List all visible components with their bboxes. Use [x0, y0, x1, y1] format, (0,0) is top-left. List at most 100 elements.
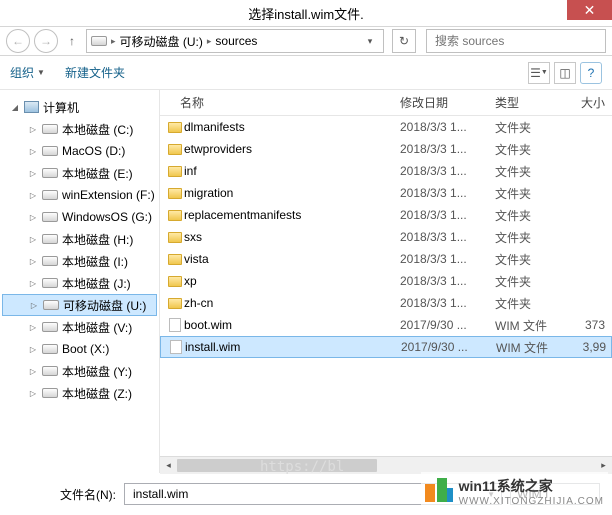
file-type: WIM 文件	[496, 339, 566, 356]
tree-drive-item[interactable]: ▷Boot (X:)	[0, 338, 159, 360]
col-date[interactable]: 修改日期	[400, 94, 495, 111]
preview-pane-button[interactable]: ◫	[554, 62, 576, 84]
arrow-left-icon: ←	[12, 34, 24, 48]
expand-icon[interactable]: ▷	[28, 279, 38, 288]
tree-item-label: 本地磁盘 (Z:)	[62, 385, 132, 402]
back-button[interactable]: ←	[6, 29, 30, 53]
tree-drive-item[interactable]: ▷本地磁盘 (V:)	[0, 316, 159, 338]
tree-drive-item[interactable]: ▷本地磁盘 (H:)	[0, 228, 159, 250]
search-input[interactable]	[426, 29, 606, 53]
expand-icon[interactable]: ▷	[28, 191, 38, 200]
folder-row[interactable]: etwproviders2018/3/3 1...文件夹	[160, 138, 612, 160]
tree-drive-item[interactable]: ▷本地磁盘 (E:)	[0, 162, 159, 184]
file-type: WIM 文件	[495, 317, 565, 334]
folder-row[interactable]: inf2018/3/3 1...文件夹	[160, 160, 612, 182]
folder-row[interactable]: replacementmanifests2018/3/3 1...文件夹	[160, 204, 612, 226]
chevron-right-icon: ▸	[207, 36, 212, 47]
arrow-right-icon: →	[40, 34, 52, 48]
file-type: 文件夹	[495, 207, 565, 224]
new-folder-button[interactable]: 新建文件夹	[65, 64, 125, 81]
tree-drive-item[interactable]: ▷ 本地磁盘 (Z:)	[0, 382, 159, 404]
file-date: 2018/3/3 1...	[400, 230, 495, 244]
folder-icon	[168, 210, 182, 221]
file-icon	[169, 318, 181, 332]
address-bar[interactable]: ▸ 可移动磁盘 (U:) ▸ sources ▾	[86, 29, 384, 53]
col-type[interactable]: 类型	[495, 94, 565, 111]
expand-icon[interactable]: ▷	[28, 235, 38, 244]
file-name: zh-cn	[184, 296, 400, 310]
expand-icon[interactable]: ▷	[28, 323, 38, 332]
tree-drive-item[interactable]: ▷本地磁盘 (I:)	[0, 250, 159, 272]
search-field[interactable]	[433, 33, 599, 49]
refresh-icon: ↻	[399, 34, 409, 48]
tree-drive-item[interactable]: ▷本地磁盘 (C:)	[0, 118, 159, 140]
tree-drive-item[interactable]: ▷本地磁盘 (J:)	[0, 272, 159, 294]
expand-icon[interactable]: ▷	[28, 367, 38, 376]
drive-icon	[42, 212, 58, 222]
tree-drive-item[interactable]: ▷ WindowsOS (G:)	[0, 206, 159, 228]
titlebar: 选择install.wim文件. ✕	[0, 0, 612, 26]
file-type: 文件夹	[495, 273, 565, 290]
scroll-right-icon[interactable]: ▸	[595, 457, 612, 474]
watermark: win11系统之家 WWW.XITONGZHIJIA.COM	[421, 472, 608, 511]
scroll-track[interactable]	[177, 457, 595, 474]
drive-icon	[42, 168, 58, 178]
tree-drive-item[interactable]: ▷winExtension (F:)	[0, 184, 159, 206]
file-name: install.wim	[185, 340, 401, 354]
scroll-left-icon[interactable]: ◂	[160, 457, 177, 474]
tree-root-label: 计算机	[43, 99, 79, 116]
file-name: inf	[184, 164, 400, 178]
expand-icon[interactable]: ▷	[28, 389, 38, 398]
col-name[interactable]: 名称	[180, 94, 400, 111]
tree-drive-item[interactable]: ▷可移动磁盘 (U:)	[2, 294, 157, 316]
tree-drive-item[interactable]: ▷本地磁盘 (Y:)	[0, 360, 159, 382]
folder-icon	[168, 298, 182, 309]
expand-icon[interactable]: ▷	[28, 257, 38, 266]
tree-drive-item[interactable]: ▷MacOS (D:)	[0, 140, 159, 162]
refresh-button[interactable]: ↻	[392, 29, 416, 53]
expand-icon[interactable]: ▷	[28, 125, 38, 134]
drive-icon	[42, 234, 58, 244]
horizontal-scrollbar[interactable]: ◂ ▸	[160, 456, 612, 473]
file-row[interactable]: install.wim2017/9/30 ...WIM 文件3,99	[160, 336, 612, 358]
expand-icon[interactable]: ▷	[28, 147, 38, 156]
tree-item-label: WindowsOS (G:)	[62, 210, 152, 224]
watermark-line1: win11系统之家	[459, 476, 604, 496]
expand-icon[interactable]: ▷	[29, 301, 39, 310]
folder-row[interactable]: vista2018/3/3 1...文件夹	[160, 248, 612, 270]
folder-row[interactable]: dlmanifests2018/3/3 1...文件夹	[160, 116, 612, 138]
file-name: boot.wim	[184, 318, 400, 332]
address-dropdown[interactable]: ▾	[361, 36, 379, 47]
file-list: dlmanifests2018/3/3 1...文件夹etwproviders2…	[160, 116, 612, 456]
file-type: 文件夹	[495, 229, 565, 246]
view-icon: ☰	[530, 66, 541, 80]
tree-root-computer[interactable]: ◢ 计算机	[0, 96, 159, 118]
close-button[interactable]: ✕	[567, 0, 612, 20]
breadcrumb-drive[interactable]: 可移动磁盘 (U:)	[120, 33, 203, 50]
organize-menu[interactable]: 组织 ▼	[10, 64, 45, 81]
breadcrumb-folder[interactable]: sources	[215, 34, 257, 48]
expand-icon[interactable]: ▷	[28, 169, 38, 178]
up-button[interactable]: ↑	[62, 31, 82, 51]
help-button[interactable]: ?	[580, 62, 602, 84]
col-size[interactable]: 大小	[565, 94, 605, 111]
file-icon	[170, 340, 182, 354]
file-name: dlmanifests	[184, 120, 400, 134]
folder-icon	[168, 122, 182, 133]
folder-row[interactable]: sxs2018/3/3 1...文件夹	[160, 226, 612, 248]
folder-row[interactable]: migration2018/3/3 1...文件夹	[160, 182, 612, 204]
expand-icon[interactable]: ▷	[28, 345, 38, 354]
folder-row[interactable]: xp2018/3/3 1...文件夹	[160, 270, 612, 292]
collapse-icon[interactable]: ◢	[10, 103, 20, 112]
navigation-tree: ◢ 计算机 ▷本地磁盘 (C:)▷MacOS (D:)▷本地磁盘 (E:)▷wi…	[0, 90, 160, 473]
file-date: 2018/3/3 1...	[400, 186, 495, 200]
view-options-button[interactable]: ☰▼	[528, 62, 550, 84]
expand-icon[interactable]: ▷	[28, 213, 38, 222]
file-date: 2018/3/3 1...	[400, 142, 495, 156]
forward-button[interactable]: →	[34, 29, 58, 53]
file-date: 2017/9/30 ...	[401, 340, 496, 354]
drive-icon	[42, 124, 58, 134]
folder-row[interactable]: zh-cn2018/3/3 1...文件夹	[160, 292, 612, 314]
file-row[interactable]: boot.wim2017/9/30 ...WIM 文件373	[160, 314, 612, 336]
drive-icon	[42, 256, 58, 266]
